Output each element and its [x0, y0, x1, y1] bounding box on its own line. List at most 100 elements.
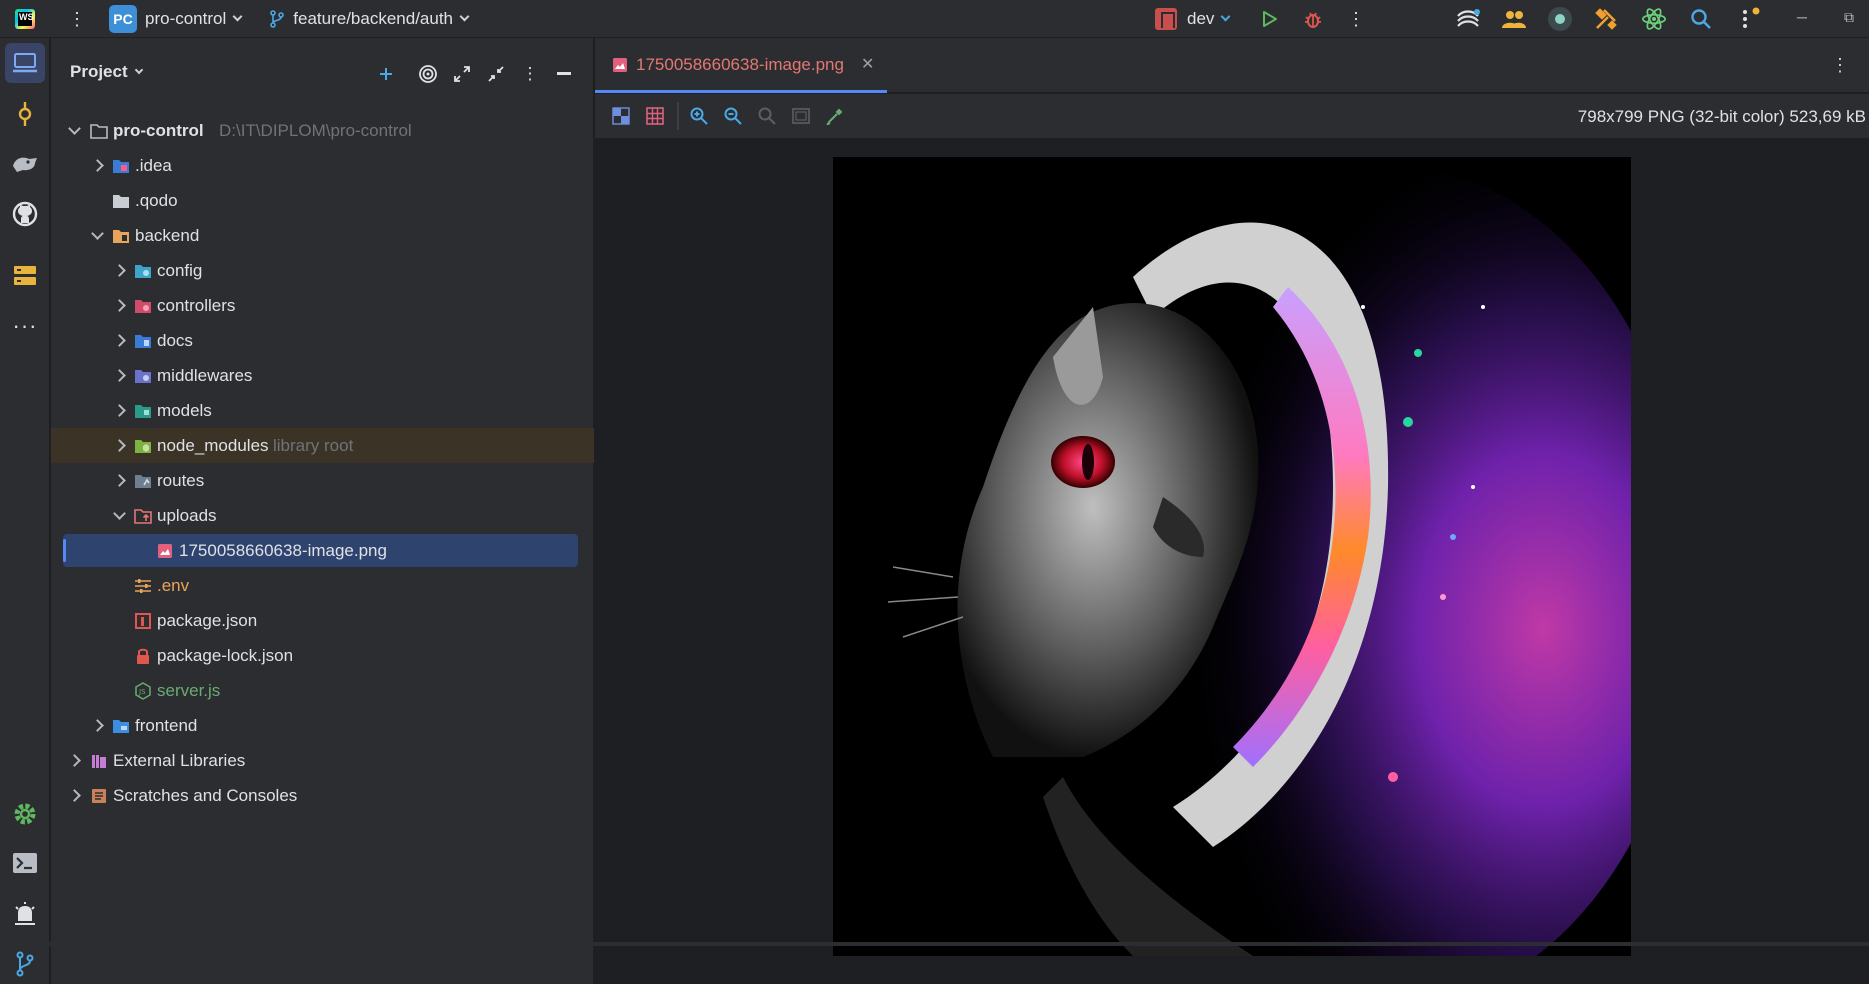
database-icon[interactable] — [5, 256, 45, 296]
plugin-status-icon[interactable] — [1547, 6, 1573, 32]
tree-item-frontend[interactable]: frontend — [51, 708, 594, 743]
more-tools-icon[interactable]: ··· — [5, 306, 45, 346]
settings-menu-icon[interactable] — [1736, 6, 1762, 32]
code-with-me-icon[interactable] — [1501, 6, 1527, 32]
tree-item-package-json[interactable]: package.json — [51, 603, 594, 638]
chevron-right-icon[interactable] — [111, 333, 127, 349]
image-info: 798x799 PNG (32-bit color) 523,69 kB — [1577, 107, 1866, 126]
tree-item-docs[interactable]: docs — [51, 323, 594, 358]
terminal-icon[interactable] — [5, 843, 45, 883]
chevron-right-icon[interactable] — [111, 438, 127, 454]
expand-all-icon[interactable] — [450, 62, 474, 86]
run-icon[interactable] — [1257, 6, 1283, 32]
ai-assistant-icon[interactable] — [1455, 6, 1481, 32]
title-bar: WS ⋮ PC pro-control feature/backend/auth… — [0, 0, 1869, 38]
chevron-right-icon[interactable] — [111, 263, 127, 279]
hide-panel-icon[interactable] — [552, 62, 576, 86]
tree-item-label: middlewares — [157, 365, 253, 385]
react-icon[interactable] — [1641, 6, 1667, 32]
frontend-folder-icon — [111, 716, 131, 736]
chevron-right-icon[interactable] — [66, 788, 82, 804]
chevron-right-icon[interactable] — [111, 298, 127, 314]
scratches-icon — [89, 786, 109, 806]
chevron-right-icon[interactable] — [111, 473, 127, 489]
tree-item-node-modules[interactable]: node_modules library root — [51, 428, 594, 463]
zoom-out-icon[interactable] — [721, 104, 745, 128]
grazie-icon[interactable] — [5, 144, 45, 184]
chevron-down-icon[interactable] — [111, 508, 127, 524]
chevron-right-icon[interactable] — [89, 158, 105, 174]
collapse-all-icon[interactable] — [484, 62, 508, 86]
tree-item-server-js[interactable]: JS server.js — [51, 673, 594, 708]
close-tab-icon[interactable]: ✕ — [861, 54, 874, 74]
tree-item-models[interactable]: models — [51, 393, 594, 428]
tree-item-label: uploads — [157, 505, 217, 525]
fit-zoom-icon[interactable] — [789, 104, 813, 128]
git-icon[interactable] — [5, 944, 45, 984]
project-badge: PC — [109, 4, 137, 33]
github-icon[interactable] — [5, 194, 45, 234]
actual-size-icon[interactable] — [755, 104, 779, 128]
tree-item-label: External Libraries — [113, 750, 246, 770]
controllers-folder-icon — [133, 296, 153, 316]
debug-icon[interactable] — [1300, 6, 1326, 32]
run-config-selector[interactable]: dev — [1155, 5, 1231, 33]
project-tool-icon[interactable] — [5, 43, 45, 83]
project-panel-header: Project ⋮ — [51, 38, 594, 108]
project-switcher[interactable]: PC pro-control — [109, 4, 243, 34]
more-actions-icon[interactable]: ⋮ — [1343, 6, 1369, 32]
tree-item-env[interactable]: .env — [51, 568, 594, 603]
project-path: D:\IT\DIPLOM\pro-control — [219, 120, 412, 140]
tree-item-config[interactable]: config — [51, 253, 594, 288]
tab-label: 1750058660638-image.png — [636, 55, 844, 74]
tab-image-file[interactable]: 1750058660638-image.png ✕ — [595, 38, 887, 93]
project-name: pro-control — [145, 8, 227, 28]
svg-text:JS: JS — [138, 688, 146, 696]
chevron-right-icon[interactable] — [66, 753, 82, 769]
tree-item-label: .env — [157, 575, 190, 595]
color-picker-icon[interactable] — [823, 104, 847, 128]
options-icon[interactable]: ⋮ — [518, 62, 542, 86]
branch-switcher[interactable]: feature/backend/auth — [269, 9, 470, 29]
chevron-down-icon — [459, 11, 470, 21]
chevron-right-icon[interactable] — [111, 368, 127, 384]
chevron-right-icon[interactable] — [111, 403, 127, 419]
webstorm-logo-icon[interactable]: WS — [15, 8, 35, 29]
project-view-selector[interactable]: Project — [70, 62, 143, 82]
problems-icon[interactable] — [5, 894, 45, 934]
lock-icon — [133, 646, 153, 666]
chevron-down-icon — [1220, 11, 1231, 22]
chevron-down-icon[interactable] — [89, 228, 105, 244]
chevron-right-icon[interactable] — [89, 718, 105, 734]
grid-toggle-icon[interactable] — [643, 104, 667, 128]
tree-item-label: .qodo — [135, 190, 178, 210]
libraries-icon — [89, 751, 109, 771]
services-gear-icon[interactable] — [5, 794, 45, 834]
image-toolbar: 798x799 PNG (32-bit color) 523,69 kB — [595, 94, 1869, 138]
tree-item-controllers[interactable]: controllers — [51, 288, 594, 323]
chessboard-toggle-icon[interactable] — [609, 104, 633, 128]
tree-item-middlewares[interactable]: middlewares — [51, 358, 594, 393]
tree-item-scratches[interactable]: Scratches and Consoles — [51, 778, 594, 813]
commit-icon[interactable] — [5, 94, 45, 134]
tree-item-package-lock-json[interactable]: package-lock.json — [51, 638, 594, 673]
zoom-in-icon[interactable] — [687, 104, 711, 128]
locate-file-icon[interactable] — [416, 62, 440, 86]
tree-item-qodo[interactable]: .qodo — [51, 183, 594, 218]
tab-options-icon[interactable]: ⋮ — [1831, 55, 1849, 76]
tree-item-image-file[interactable]: 1750058660638-image.png — [51, 533, 594, 568]
add-icon[interactable] — [374, 62, 398, 86]
tree-item-backend[interactable]: backend — [51, 218, 594, 253]
tree-item-idea[interactable]: .idea — [51, 148, 594, 183]
tree-item-uploads[interactable]: uploads — [51, 498, 594, 533]
tree-item-pro-control[interactable]: pro-control D:\IT\DIPLOM\pro-control — [51, 113, 594, 148]
tree-item-external-libraries[interactable]: External Libraries — [51, 743, 594, 778]
main-menu-icon[interactable]: ⋮ — [65, 10, 89, 28]
chevron-down-icon[interactable] — [66, 123, 82, 139]
minimize-icon[interactable]: ─ — [1797, 9, 1807, 25]
build-tools-icon[interactable] — [1593, 6, 1619, 32]
restore-icon[interactable]: ⧉ — [1844, 9, 1854, 26]
search-everywhere-icon[interactable] — [1688, 6, 1714, 32]
tree-item-label: .idea — [135, 155, 172, 175]
tree-item-routes[interactable]: routes — [51, 463, 594, 498]
